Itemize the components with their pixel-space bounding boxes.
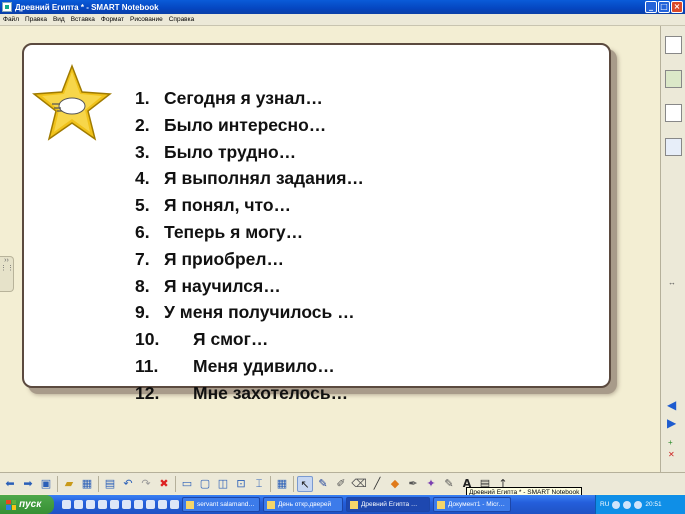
quick-launch-icon[interactable] — [158, 500, 167, 509]
page-canvas[interactable]: 1. Сегодня я узнал… 2. Было интересно… 3. Б… — [0, 26, 660, 472]
select-icon[interactable]: ↖ — [297, 475, 313, 492]
quick-launch-icon[interactable] — [86, 500, 95, 509]
window-title: Древний Египта * - SMART Notebook — [15, 2, 159, 12]
folder-icon — [267, 500, 275, 509]
divider — [98, 475, 99, 492]
system-tray: RU 20:51 — [595, 495, 685, 514]
windows-flag-icon — [6, 499, 16, 510]
list-item: 10. Я смог… — [135, 329, 269, 350]
tray-icon[interactable] — [612, 500, 621, 509]
list-item: 7. Я приобрел… — [135, 248, 284, 269]
save-icon[interactable]: ▦ — [79, 476, 95, 492]
list-item: 11. Меня удивило… — [135, 355, 335, 376]
quick-launch-icon[interactable] — [134, 500, 143, 509]
quick-launch-icon[interactable] — [122, 500, 131, 509]
taskbar-item[interactable]: День откр.дверей — [263, 497, 343, 512]
taskbar-item[interactable]: Документ1 - Micr… — [433, 497, 511, 512]
start-button[interactable]: пуск — [0, 495, 54, 514]
resize-icon[interactable]: ↔ — [668, 278, 676, 287]
divider — [57, 475, 58, 492]
menu-edit[interactable]: Правка — [25, 16, 47, 23]
app-icon — [2, 2, 12, 12]
list-item: 6. Теперь я могу… — [135, 221, 304, 242]
back-icon[interactable]: ⬅ — [2, 476, 18, 492]
properties-icon[interactable]: ✎ — [441, 476, 457, 492]
menu-bar: Файл Правка Вид Вставка Формат Рисование… — [0, 14, 685, 26]
quick-launch-icon[interactable] — [110, 500, 119, 509]
list-item: 12. Мне захотелось… — [135, 382, 349, 403]
screen-capture-icon[interactable]: ⊡ — [233, 476, 249, 492]
side-panel-handle[interactable]: ›› ⋮⋮ — [0, 256, 14, 292]
delete-page-icon[interactable]: ✕ — [668, 450, 675, 459]
list-item: 5. Я понял, что… — [135, 195, 292, 216]
list-item: 4. Я выполнял задания… — [135, 168, 364, 189]
divider — [293, 475, 294, 492]
arrow-right-icon[interactable]: ▶ — [667, 416, 676, 430]
taskbar-item[interactable]: Древний Египта … — [346, 497, 430, 512]
minimize-button[interactable]: _ — [645, 1, 657, 13]
pen-icon[interactable]: ✎ — [315, 476, 331, 492]
menu-file[interactable]: Файл — [3, 16, 19, 23]
table-icon[interactable]: ▦ — [274, 476, 290, 492]
quick-launch-icon[interactable] — [170, 500, 179, 509]
browser-icon — [186, 500, 194, 509]
line-icon[interactable]: ╱ — [369, 476, 385, 492]
forward-icon[interactable]: ➡ — [20, 476, 36, 492]
menu-insert[interactable]: Вставка — [71, 16, 95, 23]
quick-launch — [62, 500, 179, 509]
add-page-icon[interactable]: + — [668, 438, 673, 447]
shapes-icon[interactable]: ◆ — [387, 476, 403, 492]
taskbar-item[interactable]: servant salamand… — [182, 497, 260, 512]
tray-icon[interactable] — [634, 500, 643, 509]
side-tabs: ↔ ◀ ▶ + ✕ — [660, 26, 685, 472]
notebook-icon — [350, 500, 358, 509]
menu-format[interactable]: Формат — [101, 16, 124, 23]
add-page-icon[interactable]: ▣ — [38, 476, 54, 492]
gallery-icon[interactable] — [665, 70, 682, 88]
quick-launch-icon[interactable] — [146, 500, 155, 509]
page-sorter-icon[interactable] — [665, 36, 682, 54]
magic-pen-icon[interactable]: ✒ — [405, 476, 421, 492]
list-item: 2. Было интересно… — [135, 114, 327, 135]
clock: 20:51 — [645, 501, 662, 508]
quick-launch-icon[interactable] — [98, 500, 107, 509]
menu-draw[interactable]: Рисование — [130, 16, 163, 23]
dual-page-icon[interactable]: ◫ — [215, 476, 231, 492]
paste-icon[interactable]: ▤ — [102, 476, 118, 492]
list-item: 1. Сегодня я узнал… — [135, 88, 323, 108]
tray-icon[interactable] — [623, 500, 632, 509]
maximize-button[interactable]: □ — [658, 1, 670, 13]
fullscreen-icon[interactable]: ▢ — [197, 476, 213, 492]
creative-pen-icon[interactable]: ✐ — [333, 476, 349, 492]
list-item: 8. Я научился… — [135, 275, 281, 296]
quick-launch-icon[interactable] — [62, 500, 71, 509]
undo-icon[interactable]: ↶ — [120, 476, 136, 492]
document-camera-icon[interactable]: ⌶ — [251, 476, 267, 492]
reflection-card: 1. Сегодня я узнал… 2. Было интересно… 3. Б… — [22, 43, 611, 403]
reflection-list: 1. Сегодня я узнал… 2. Было интересно… 3. Б… — [135, 85, 364, 407]
divider — [270, 475, 271, 492]
open-icon[interactable]: ▰ — [61, 476, 77, 492]
language-indicator[interactable]: RU — [600, 501, 609, 508]
delete-icon[interactable]: ✖ — [156, 476, 172, 492]
attachments-icon[interactable] — [665, 104, 682, 122]
fill-icon[interactable]: ✦ — [423, 476, 439, 492]
taskbar: пуск servant salamand… День откр.дверей … — [0, 495, 685, 514]
list-item: 9. У меня получилось … — [135, 302, 355, 323]
list-item: 3. Было трудно… — [135, 141, 297, 162]
title-bar: Древний Египта * - SMART Notebook _ □ × — [0, 0, 685, 14]
menu-help[interactable]: Справка — [169, 16, 195, 23]
properties-icon[interactable] — [665, 138, 682, 156]
star-hand-icon — [32, 64, 112, 141]
close-button[interactable]: × — [671, 1, 683, 13]
quick-launch-icon[interactable] — [74, 500, 83, 509]
word-icon — [437, 500, 445, 509]
redo-icon[interactable]: ↷ — [138, 476, 154, 492]
eraser-icon[interactable]: ⌫ — [351, 476, 367, 492]
menu-view[interactable]: Вид — [53, 16, 65, 23]
screen-shade-icon[interactable]: ▭ — [179, 476, 195, 492]
arrow-left-icon[interactable]: ◀ — [667, 398, 676, 412]
divider — [175, 475, 176, 492]
